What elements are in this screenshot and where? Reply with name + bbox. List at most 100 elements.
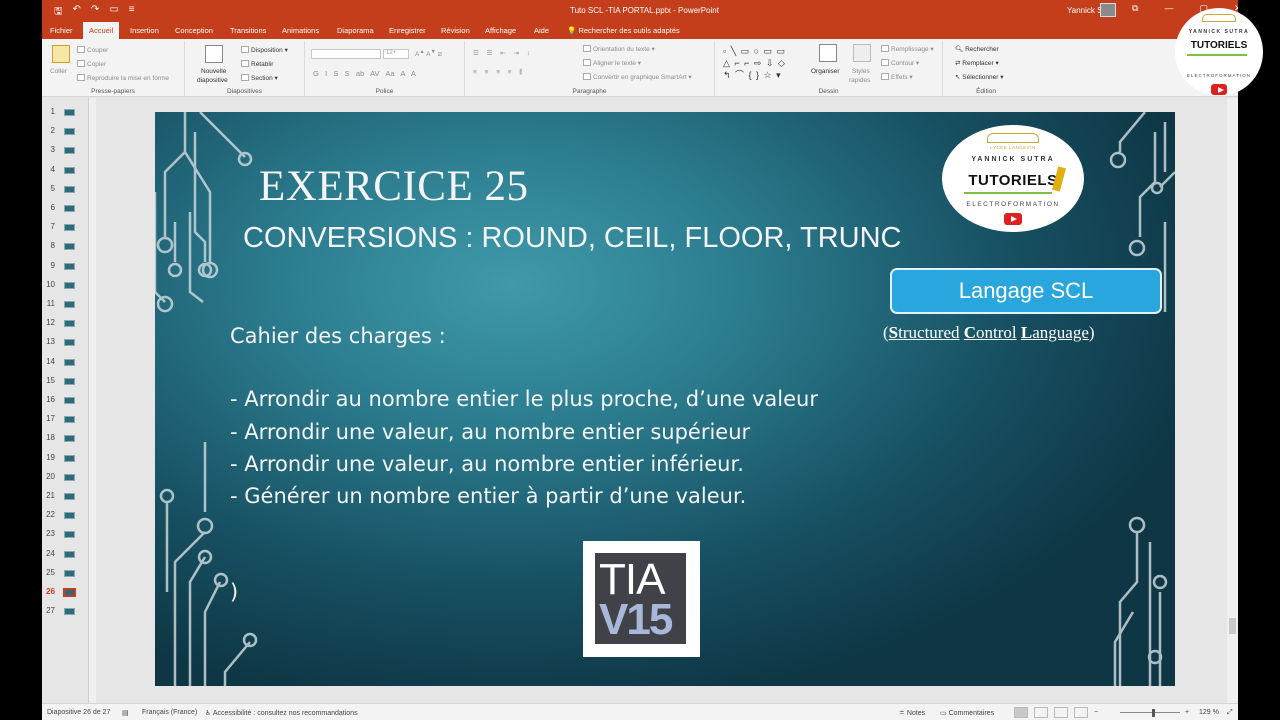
text-direction-button[interactable]: Orientation du texte ▾ <box>583 45 655 53</box>
slide-thumbnail[interactable]: 23 <box>42 527 90 541</box>
slide-thumbnail[interactable]: 16 <box>42 393 90 407</box>
copy-button[interactable]: Copier <box>77 60 106 68</box>
slide-thumbnail[interactable]: 4 <box>42 163 90 177</box>
replace-button[interactable]: ⇄ Remplacer ▾ <box>955 59 999 67</box>
present-icon[interactable]: ▭ <box>109 4 118 21</box>
zoom-in-button[interactable]: + <box>1185 709 1189 716</box>
ribbon-display-icon[interactable]: ⧉ <box>1132 3 1138 14</box>
slide-thumbnail[interactable]: 1 <box>42 105 90 119</box>
shape-fill-button[interactable]: Remplissage ▾ <box>881 45 934 53</box>
slide-thumbnail[interactable]: 20 <box>42 470 90 484</box>
slide-thumbnail[interactable]: 12 <box>42 316 90 330</box>
customize-qat-icon[interactable]: ≡ <box>129 4 135 21</box>
tia-v15-logo[interactable]: TIA V15 <box>583 541 700 657</box>
tab-diaporama[interactable]: Diaporama <box>337 26 374 35</box>
cahier-heading[interactable]: Cahier des charges : <box>230 324 446 348</box>
slide-thumbnail[interactable]: 17 <box>42 412 90 426</box>
slide-thumbnail[interactable]: 2 <box>42 124 90 138</box>
avatar[interactable] <box>1100 3 1116 17</box>
slideshow-button[interactable] <box>1074 707 1088 718</box>
notes-button[interactable]: ≐ Notes <box>899 709 925 717</box>
slide-thumbnail[interactable]: 7 <box>42 220 90 234</box>
shape-effects-button[interactable]: Effets ▾ <box>881 73 913 81</box>
vertical-scrollbar[interactable] <box>1227 98 1238 703</box>
tab-transitions[interactable]: Transitions <box>230 26 266 35</box>
shapes-gallery[interactable]: ▫ ╲ ▭ ○ ▭ ▭ △ ⌐ ⌐ ⇨ ⇩ ◇ ↰ ⌒ { } ☆ ▾ <box>723 45 786 81</box>
slide-thumbnail[interactable]: 19 <box>42 451 90 465</box>
zoom-slider-track[interactable] <box>1120 712 1180 713</box>
new-slide-icon[interactable] <box>205 45 223 63</box>
smartart-button[interactable]: Convertir en graphique SmartArt ▾ <box>583 73 692 81</box>
quick-styles-button[interactable]: Styles <box>852 68 870 75</box>
new-slide-button[interactable]: Nouvelle <box>201 68 226 75</box>
language-badge[interactable]: Langage SCL <box>890 268 1162 314</box>
reset-button[interactable]: Rétablir <box>241 60 273 68</box>
tab-insertion[interactable]: Insertion <box>130 26 159 35</box>
grow-font-icon[interactable]: A▲ A▼ ⧄ <box>415 49 442 59</box>
slide-thumbnail[interactable]: 26 <box>42 585 90 599</box>
font-name-combo[interactable] <box>311 49 381 59</box>
slide[interactable]: EXERCICE 25 CONVERSIONS : ROUND, CEIL, F… <box>155 112 1175 686</box>
slide-thumbnail[interactable]: 15 <box>42 374 90 388</box>
spell-check-icon[interactable]: ▤ <box>122 709 129 717</box>
redo-icon[interactable]: ↷ <box>91 4 99 21</box>
closing-parenthesis[interactable]: ) <box>230 580 238 604</box>
tab-enregistrer[interactable]: Enregistrer <box>389 26 426 35</box>
tab-fichier[interactable]: Fichier <box>50 26 73 35</box>
slide-thumbnail[interactable]: 8 <box>42 239 90 253</box>
language-status[interactable]: Français (France) <box>142 709 197 716</box>
slide-thumbnail[interactable]: 14 <box>42 355 90 369</box>
format-painter-button[interactable]: Reproduire la mise en forme <box>77 74 169 82</box>
slide-thumbnail[interactable]: 6 <box>42 201 90 215</box>
requirement-item-1[interactable]: - Arrondir au nombre entier le plus proc… <box>230 387 818 411</box>
layout-button[interactable]: Disposition ▾ <box>241 46 288 54</box>
quick-styles-icon[interactable] <box>853 44 871 62</box>
tab-animations[interactable]: Animations <box>282 26 319 35</box>
comments-button[interactable]: ▭ Commentaires <box>940 709 994 717</box>
font-size-combo[interactable]: 12+ <box>383 49 409 59</box>
slide-thumbnail[interactable]: 13 <box>42 335 90 349</box>
fit-slide-icon[interactable]: ⤢ <box>1227 709 1233 717</box>
slide-thumbnail[interactable]: 3 <box>42 143 90 157</box>
slide-thumbnail[interactable]: 25 <box>42 566 90 580</box>
font-format-icons[interactable]: G I S S ab AV Aa A A <box>313 69 416 78</box>
section-button[interactable]: Section ▾ <box>241 74 278 82</box>
slide-thumbnail[interactable]: 21 <box>42 489 90 503</box>
find-button[interactable]: 🔍︎ Rechercher <box>955 45 999 53</box>
slide-thumbnail[interactable]: 24 <box>42 547 90 561</box>
tell-me-search[interactable]: 💡 Rechercher des outils adaptés <box>567 26 680 35</box>
align-icons[interactable]: ≡ ≡ ≡ ≡ ⫼ <box>473 69 525 77</box>
zoom-level[interactable]: 129 % <box>1199 709 1219 716</box>
slide-thumbnail[interactable]: 10 <box>42 278 90 292</box>
undo-icon[interactable]: ↶ <box>73 4 81 21</box>
arrange-button[interactable]: Organiser <box>811 68 840 75</box>
cut-button[interactable]: Couper <box>77 46 108 54</box>
minimize-button[interactable]: — <box>1164 3 1173 14</box>
new-slide-button-line2[interactable]: diapositive <box>197 77 228 84</box>
slide-thumbnail[interactable]: 22 <box>42 508 90 522</box>
zoom-slider-knob[interactable] <box>1152 709 1155 717</box>
slide-thumbnail[interactable]: 11 <box>42 297 90 311</box>
tab-conception[interactable]: Conception <box>175 26 213 35</box>
thumbnail-scrollbar[interactable] <box>88 98 96 703</box>
requirement-item-4[interactable]: - Générer un nombre entier à partir d’un… <box>230 484 746 508</box>
zoom-out-button[interactable]: − <box>1094 709 1098 716</box>
list-icons[interactable]: ☰ ☰ ⇤ ⇥ ↕ <box>473 49 533 57</box>
slide-thumbnail[interactable]: 5 <box>42 182 90 196</box>
paste-button[interactable]: Coller <box>50 68 67 75</box>
slide-thumbnail[interactable]: 9 <box>42 259 90 273</box>
slide-title[interactable]: EXERCICE 25 <box>259 162 528 211</box>
slide-sorter-button[interactable] <box>1034 707 1048 718</box>
tab-aide[interactable]: Aide <box>534 26 549 35</box>
save-icon[interactable]: 🖫 <box>54 4 63 21</box>
slide-subtitle[interactable]: CONVERSIONS : ROUND, CEIL, FLOOR, TRUNC <box>243 222 902 255</box>
arrange-icon[interactable] <box>819 44 837 62</box>
paste-icon[interactable] <box>52 45 70 63</box>
scrollbar-thumb[interactable] <box>1229 618 1236 634</box>
accessibility-status[interactable]: ♿︎ Accessibilité : consultez nos recomma… <box>205 709 358 717</box>
scl-expansion[interactable]: (Structured Control Language) <box>883 323 1095 343</box>
normal-view-button[interactable] <box>1014 707 1028 718</box>
user-name[interactable]: Yannick S <box>1067 6 1102 15</box>
quick-styles-button-line2[interactable]: rapides <box>849 77 870 84</box>
align-text-button[interactable]: Aligner le texte ▾ <box>583 59 641 67</box>
